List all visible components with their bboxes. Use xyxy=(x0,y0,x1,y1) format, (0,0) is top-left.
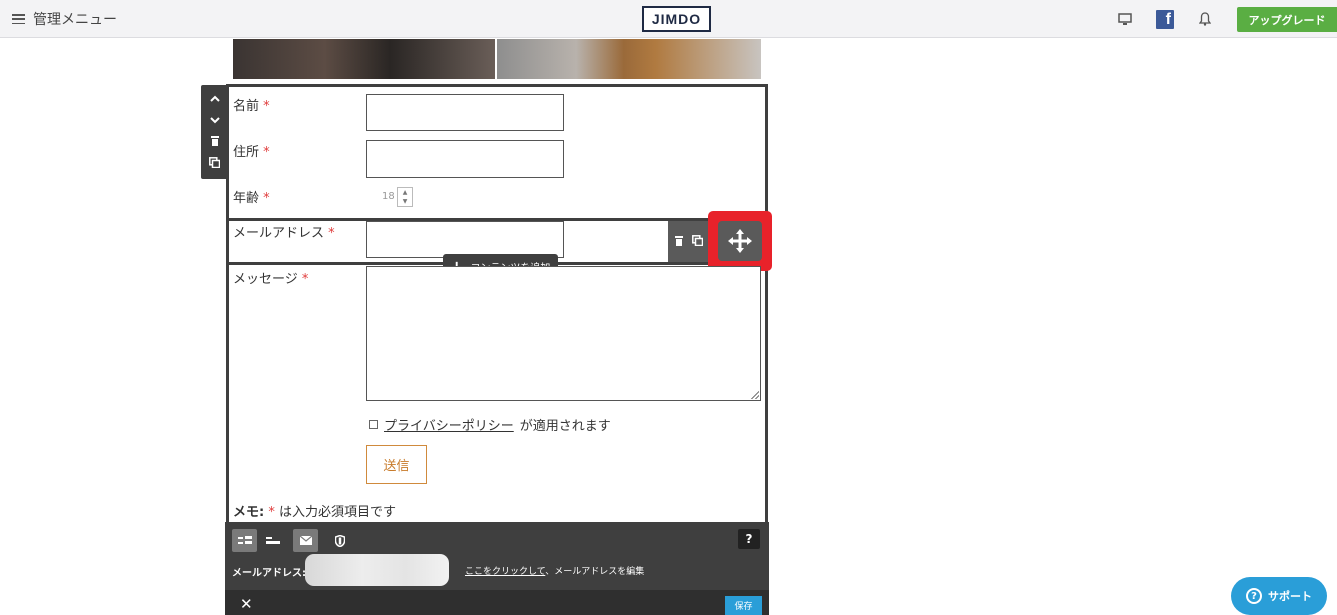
help-circle-icon: ? xyxy=(1246,588,1262,604)
age-stepper[interactable]: ▲ ▼ xyxy=(397,187,413,207)
resize-grip-icon[interactable] xyxy=(751,391,759,399)
field-trash-icon[interactable] xyxy=(674,235,684,249)
support-button[interactable]: ? サポート xyxy=(1231,577,1327,615)
save-button[interactable]: 保存 xyxy=(725,596,762,615)
desktop-preview-icon[interactable] xyxy=(1116,10,1134,28)
age-label: 年齢 * xyxy=(233,191,270,206)
submit-button[interactable]: 送信 xyxy=(366,445,427,484)
name-input[interactable] xyxy=(366,94,564,131)
top-bar: 管理メニュー JIMDO f アップグレード xyxy=(0,0,1337,38)
trash-icon[interactable] xyxy=(201,134,228,151)
duplicate-icon[interactable] xyxy=(201,156,228,173)
photo-left xyxy=(233,39,495,79)
layout-stacked-icon[interactable] xyxy=(260,529,285,552)
move-icon[interactable] xyxy=(718,221,762,261)
bottom-action-bar xyxy=(225,590,769,615)
hamburger-icon xyxy=(12,14,25,24)
support-label: サポート xyxy=(1268,590,1312,603)
privacy-suffix: が適用されます xyxy=(519,419,611,434)
facebook-icon[interactable]: f xyxy=(1156,9,1174,29)
move-down-icon[interactable] xyxy=(201,112,228,129)
age-value: 18 xyxy=(382,191,395,202)
move-up-icon[interactable] xyxy=(201,90,228,107)
edit-email-link[interactable]: ここをクリックして、メールアドレスを編集 xyxy=(465,564,644,577)
address-label: 住所 * xyxy=(233,145,270,160)
upgrade-button[interactable]: アップグレード xyxy=(1237,7,1337,32)
email-redacted-box xyxy=(305,554,449,586)
field-duplicate-icon[interactable] xyxy=(692,234,704,249)
email-label: メールアドレス * xyxy=(233,226,335,241)
privacy-policy-link[interactable]: プライバシーポリシー xyxy=(384,415,514,434)
shield-icon[interactable] xyxy=(327,529,352,552)
privacy-row: プライバシーポリシー が適用されます xyxy=(369,415,611,434)
layout-two-column-icon[interactable] xyxy=(232,529,257,552)
bell-icon[interactable] xyxy=(1196,10,1214,28)
mail-icon[interactable] xyxy=(293,529,318,552)
message-textarea[interactable] xyxy=(366,266,761,401)
close-icon[interactable]: ✕ xyxy=(240,597,253,612)
admin-menu-button[interactable]: 管理メニュー xyxy=(12,9,117,29)
message-label: メッセージ * xyxy=(233,272,309,287)
stepper-up-icon[interactable]: ▲ xyxy=(403,189,408,196)
required-note: メモ: * は入力必須項目です xyxy=(233,505,396,520)
help-button[interactable]: ? xyxy=(738,529,760,549)
address-input[interactable] xyxy=(366,140,564,178)
photo-right xyxy=(497,39,761,79)
admin-menu-label: 管理メニュー xyxy=(33,12,117,28)
email-input[interactable] xyxy=(366,221,564,258)
stepper-down-icon[interactable]: ▼ xyxy=(403,198,408,205)
privacy-checkbox[interactable] xyxy=(369,420,378,429)
jimdo-logo[interactable]: JIMDO xyxy=(642,6,711,32)
name-label: 名前 * xyxy=(233,99,270,114)
notification-email-label: メールアドレス: xyxy=(232,568,306,579)
block-toolbar xyxy=(201,85,228,179)
